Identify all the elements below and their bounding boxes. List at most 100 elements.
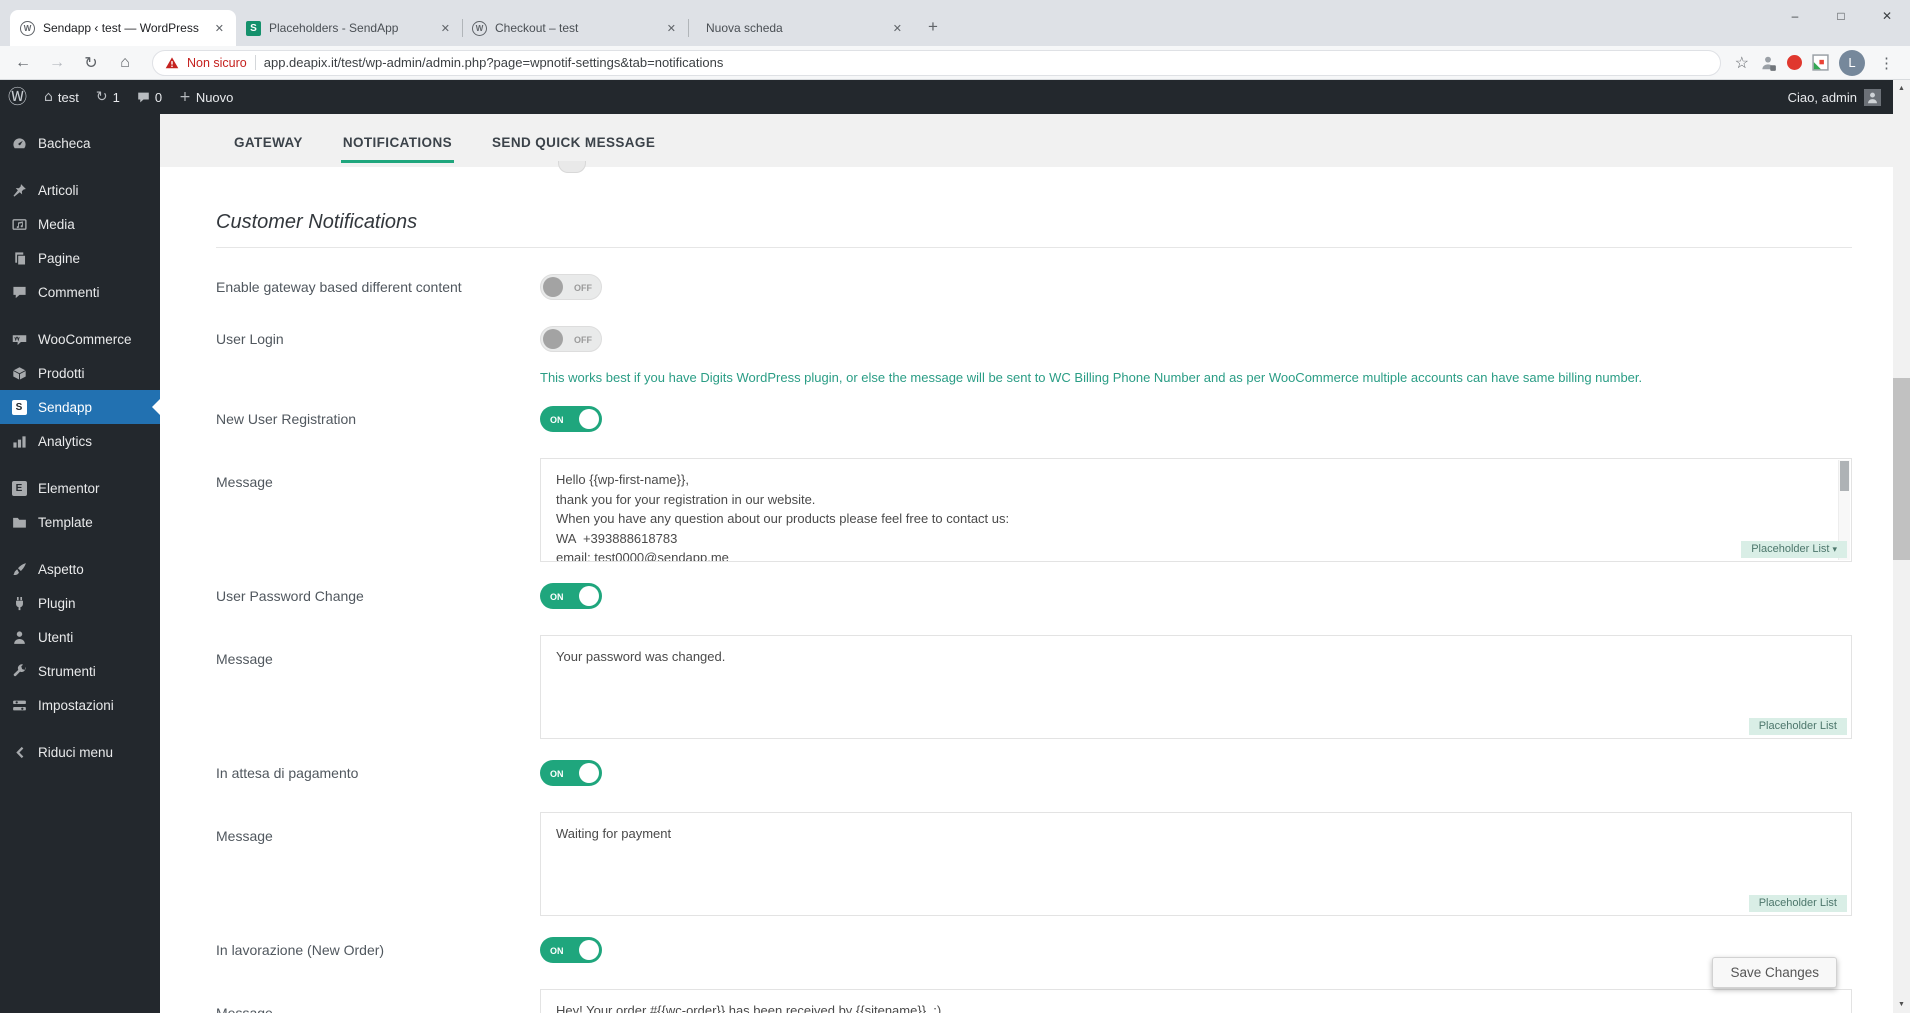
wp-admin-bar: Ⓦ ⌂ test ↻ 1 0 + Nuovo Ciao, admin	[0, 80, 1893, 114]
sidebar-item-utenti[interactable]: Utenti	[0, 620, 160, 654]
sidebar-item-pagine[interactable]: Pagine	[0, 241, 160, 275]
textarea-scrollbar-thumb[interactable]	[1840, 461, 1849, 491]
message-textarea[interactable]: Hello {{wp-first-name}}, thank you for y…	[540, 458, 1852, 562]
setting-label: Message	[216, 474, 273, 490]
sidebar-item-commenti[interactable]: Commenti	[0, 275, 160, 309]
page-scrollbar[interactable]: ▲ ▼	[1893, 80, 1910, 1013]
window-minimize-button[interactable]: –	[1772, 0, 1818, 32]
setting-row: User Password Change ON	[216, 583, 1852, 614]
extension-icon[interactable]	[1787, 55, 1802, 70]
sidebar-item-media[interactable]: Media	[0, 207, 160, 241]
browser-tab[interactable]: S Placeholders - SendApp ✕	[236, 10, 462, 46]
sidebar-item-bacheca[interactable]: Bacheca	[0, 126, 160, 160]
wordpress-logo-icon: Ⓦ	[8, 85, 28, 108]
sidebar-item-woocommerce[interactable]: WooCommerce	[0, 322, 160, 356]
scrollbar-down-arrow[interactable]: ▼	[1893, 996, 1910, 1013]
url-text[interactable]: app.deapix.it/test/wp-admin/admin.php?pa…	[264, 55, 724, 70]
scrollbar-thumb[interactable]	[1893, 378, 1910, 560]
reload-button[interactable]: ↻	[78, 53, 104, 73]
message-textarea[interactable]: Your password was changed. Placeholder L…	[540, 635, 1852, 739]
tab-notifications[interactable]: NOTIFICATIONS	[340, 119, 455, 163]
toggle[interactable]: OFF	[540, 274, 602, 300]
message-textarea-text: Waiting for payment	[556, 826, 672, 841]
sidebar-item-impostazioni[interactable]: Impostazioni	[0, 688, 160, 722]
sidebar-menu: Bacheca Articoli Media Pagine Commenti W…	[0, 126, 160, 769]
sidebar-item-label: Prodotti	[38, 365, 85, 381]
caret-down-icon: ▾	[1832, 544, 1837, 554]
tab-close-icon[interactable]: ✕	[213, 20, 226, 37]
sidebar-item-prodotti[interactable]: Prodotti	[0, 356, 160, 390]
placeholder-list-button[interactable]: Placeholder List	[1748, 718, 1847, 735]
extension-icon[interactable]	[1812, 54, 1829, 71]
new-content-menu[interactable]: + Nuovo	[179, 90, 233, 105]
new-tab-button[interactable]: +	[918, 12, 948, 42]
window-close-button[interactable]: ✕	[1864, 0, 1910, 32]
forward-button[interactable]: →	[44, 54, 70, 72]
dashboard-icon	[12, 137, 26, 148]
site-name: test	[57, 89, 79, 105]
wp-admin-sidebar: Bacheca Articoli Media Pagine Commenti W…	[0, 114, 160, 1013]
back-button[interactable]: ←	[10, 54, 36, 72]
placeholder-list-button[interactable]: Placeholder List ▾	[1741, 541, 1847, 558]
toggle[interactable]: ON	[540, 583, 602, 609]
setting-row: In lavorazione (New Order) ON	[216, 937, 1852, 968]
toggle-state-label: ON	[550, 946, 564, 956]
message-row: Message Hello {{wp-first-name}}, thank y…	[216, 458, 1852, 562]
sidebar-item-label: Sendapp	[38, 399, 93, 415]
site-name-menu[interactable]: ⌂ test	[44, 90, 79, 105]
omnibox-divider	[254, 55, 256, 70]
tab-gateway[interactable]: GATEWAY	[232, 119, 305, 163]
placeholder-list-label: Placeholder List	[1751, 543, 1830, 555]
settings-tab-bar: GATEWAY NOTIFICATIONS SEND QUICK MESSAGE	[160, 114, 1893, 167]
message-textarea[interactable]: Waiting for payment Placeholder List	[540, 812, 1852, 916]
message-row: Message Waiting for payment Placeholder …	[216, 812, 1852, 916]
browser-tab[interactable]: Nuova scheda ✕	[688, 10, 914, 46]
toggle-state-label: ON	[550, 769, 564, 779]
setting-label: User Login	[216, 331, 284, 347]
tab-close-icon[interactable]: ✕	[439, 20, 452, 37]
browser-menu-button[interactable]: ⋮	[1875, 54, 1898, 72]
analytics-bars-icon	[12, 435, 26, 448]
sidebar-item-riduci-menu[interactable]: Riduci menu	[0, 735, 160, 769]
extension-icon[interactable]	[1759, 54, 1777, 72]
sidebar-item-strumenti[interactable]: Strumenti	[0, 654, 160, 688]
sidebar-item-label: Media	[38, 216, 75, 232]
address-bar[interactable]: Non sicuro app.deapix.it/test/wp-admin/a…	[152, 49, 1721, 76]
comments-menu[interactable]: 0	[137, 90, 162, 105]
sidebar-item-template[interactable]: Template	[0, 505, 160, 539]
scrollbar-up-arrow[interactable]: ▲	[1893, 80, 1910, 97]
placeholder-list-label: Placeholder List	[1758, 897, 1837, 909]
toggle[interactable]: ON	[540, 937, 602, 963]
bookmark-star-icon[interactable]: ☆	[1735, 53, 1749, 73]
sidebar-item-analytics[interactable]: Analytics	[0, 424, 160, 458]
sidebar-item-aspetto[interactable]: Aspetto	[0, 552, 160, 586]
toggle[interactable]: ON	[540, 760, 602, 786]
folder-icon	[12, 517, 26, 528]
toggle[interactable]: OFF	[540, 326, 602, 352]
sidebar-item-elementor[interactable]: E Elementor	[0, 471, 160, 505]
browser-tab[interactable]: W Sendapp ‹ test — WordPress ✕	[10, 10, 236, 46]
tab-send-quick-message[interactable]: SEND QUICK MESSAGE	[490, 119, 657, 163]
security-label[interactable]: Non sicuro	[187, 56, 247, 70]
sidebar-item-sendapp[interactable]: S Sendapp	[0, 390, 160, 424]
save-changes-button[interactable]: Save Changes	[1712, 957, 1837, 988]
sidebar-item-plugin[interactable]: Plugin	[0, 586, 160, 620]
home-button[interactable]: ⌂	[112, 54, 138, 72]
toggle[interactable]: ON	[540, 406, 602, 432]
message-textarea[interactable]: Hey! Your order #{{wc-order}} has been r…	[540, 989, 1852, 1013]
elementor-icon: E	[11, 480, 27, 496]
wp-logo-menu[interactable]: Ⓦ	[8, 85, 28, 108]
tab-favicon: W	[472, 20, 487, 36]
browser-tab[interactable]: W Checkout – test ✕	[462, 10, 688, 46]
pin-icon	[13, 183, 26, 197]
placeholder-list-button[interactable]: Placeholder List	[1748, 895, 1847, 912]
tab-close-icon[interactable]: ✕	[891, 20, 904, 37]
setting-row: User Login OFF This works best if you ha…	[216, 326, 1852, 385]
sidebar-item-articoli[interactable]: Articoli	[0, 173, 160, 207]
my-account-menu[interactable]: Ciao, admin	[1788, 88, 1881, 106]
wrench-icon	[13, 663, 26, 676]
updates-menu[interactable]: ↻ 1	[96, 90, 120, 105]
window-maximize-button[interactable]: □	[1818, 0, 1864, 32]
tab-close-icon[interactable]: ✕	[665, 20, 678, 37]
browser-profile-avatar[interactable]: L	[1839, 49, 1865, 76]
